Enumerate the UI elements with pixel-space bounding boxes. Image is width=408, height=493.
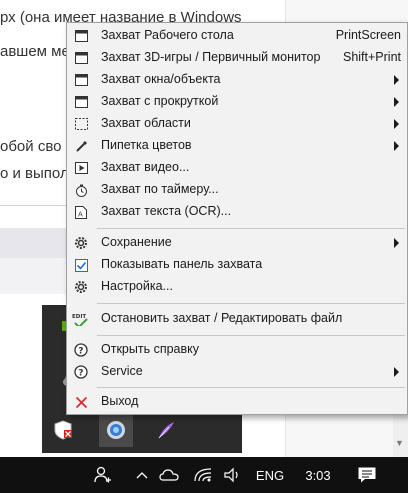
menu-item-capture-desktop[interactable]: Захват Рабочего стола PrintScreen [67, 25, 407, 47]
notifications-icon[interactable] [352, 457, 382, 493]
submenu-arrow-icon [394, 238, 399, 248]
menu-item-service[interactable]: ? Service [67, 361, 407, 383]
menu-item-label: Захват 3D-игры / Первичный монитор [101, 50, 321, 64]
menu-item-label: Сохранение [101, 235, 172, 249]
menu-item-capture-scrolling[interactable]: Захват с прокруткой [67, 91, 407, 113]
window-icon [74, 29, 88, 43]
menu-item-capture-region[interactable]: Захват области [67, 113, 407, 135]
text-document-icon: A [74, 205, 88, 219]
submenu-arrow-icon [394, 75, 399, 85]
security-shield-tray-icon[interactable] [46, 413, 80, 447]
eyedropper-icon [74, 139, 88, 153]
menu-item-capture-timer[interactable]: Захват по таймеру... [67, 179, 407, 201]
menu-item-label: Настройка... [101, 279, 173, 293]
submenu-arrow-icon [394, 367, 399, 377]
show-hidden-icons-chevron-up-icon[interactable] [132, 457, 152, 493]
gear-icon [74, 280, 88, 294]
svg-text:?: ? [78, 369, 83, 379]
submenu-arrow-icon [394, 119, 399, 129]
menu-item-label: Пипетка цветов [101, 138, 192, 152]
menu-separator [97, 228, 405, 229]
help-icon: ? [74, 365, 88, 379]
menu-item-label: Захват по таймеру... [101, 182, 219, 196]
help-icon: ? [74, 343, 88, 357]
menu-item-capture-3d-game[interactable]: Захват 3D-игры / Первичный монитор Shift… [67, 47, 407, 69]
clock-time[interactable]: 3:03 [298, 457, 338, 493]
menu-item-label: Захват окна/объекта [101, 72, 221, 86]
document-text-line: о и выпол [0, 165, 69, 182]
menu-item-show-capture-panel[interactable]: Показывать панель захвата [67, 254, 407, 276]
menu-separator [97, 387, 405, 388]
menu-item-label: Захват текста (OCR)... [101, 204, 232, 218]
feather-tray-icon[interactable] [149, 413, 183, 447]
menu-item-label: Показывать панель захвата [101, 257, 263, 271]
language-indicator[interactable]: ENG [250, 457, 290, 493]
gear-icon [74, 236, 88, 250]
menu-separator [97, 335, 405, 336]
timer-icon [74, 183, 88, 197]
window-icon [74, 95, 88, 109]
people-icon[interactable] [90, 457, 116, 493]
menu-item-label: Открыть справку [101, 342, 199, 356]
taskbar: ENG 3:03 [0, 457, 408, 493]
menu-item-shortcut: Shift+Print [342, 50, 401, 64]
menu-item-color-picker[interactable]: Пипетка цветов [67, 135, 407, 157]
menu-item-exit[interactable]: Выход [67, 391, 407, 413]
document-text-line: обой сво [0, 138, 62, 155]
window-icon [74, 51, 88, 65]
menu-item-label: Service [101, 364, 143, 378]
menu-item-label: Остановить захват / Редактировать файл [101, 311, 343, 325]
scroll-down-arrow-icon[interactable]: ▼ [395, 438, 404, 448]
menu-item-shortcut: PrintScreen [335, 28, 401, 42]
submenu-arrow-icon [394, 97, 399, 107]
svg-text:?: ? [78, 347, 83, 357]
checkbox-checked-icon[interactable] [74, 258, 88, 272]
document-text-line: авшем ме [0, 43, 70, 60]
menu-item-stop-capture-edit[interactable]: EDIT Остановить захват / Редактировать ф… [67, 308, 407, 330]
capture-app-tray-icon[interactable] [99, 413, 133, 447]
menu-item-label: Захват области [101, 116, 191, 130]
tray-context-menu: Захват Рабочего стола PrintScreen Захват… [66, 22, 408, 415]
menu-item-settings[interactable]: Настройка... [67, 276, 407, 298]
menu-item-capture-video[interactable]: Захват видео... [67, 157, 407, 179]
menu-item-capture-window[interactable]: Захват окна/объекта [67, 69, 407, 91]
edit-icon-text: EDIT [72, 314, 86, 320]
edit-check-icon: EDIT [72, 312, 88, 326]
submenu-arrow-icon [394, 141, 399, 151]
close-icon [74, 395, 88, 409]
menu-item-capture-ocr[interactable]: A Захват текста (OCR)... [67, 201, 407, 223]
dashed-region-icon [74, 117, 88, 131]
menu-separator [97, 303, 405, 304]
wifi-icon[interactable] [190, 457, 216, 493]
window-icon [74, 73, 88, 87]
onedrive-cloud-icon[interactable] [156, 457, 182, 493]
video-icon [74, 161, 88, 175]
menu-item-saving[interactable]: Сохранение [67, 232, 407, 254]
menu-item-label: Выход [101, 394, 139, 408]
menu-item-label: Захват видео... [101, 160, 190, 174]
menu-item-label: Захват с прокруткой [101, 94, 219, 108]
menu-item-open-help[interactable]: ? Открыть справку [67, 339, 407, 361]
svg-text:A: A [78, 210, 83, 218]
volume-icon[interactable] [220, 457, 246, 493]
menu-item-label: Захват Рабочего стола [101, 28, 234, 42]
